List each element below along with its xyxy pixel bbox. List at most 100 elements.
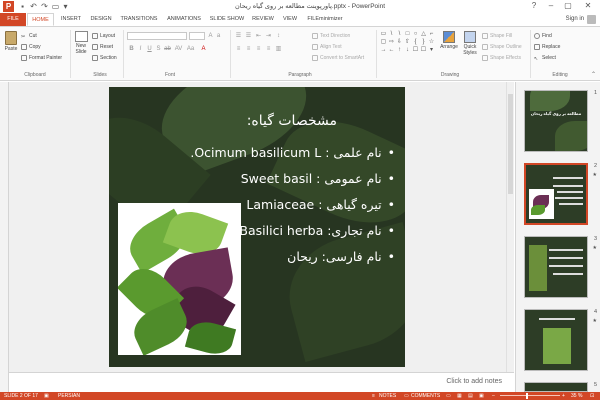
bullet-family[interactable]: تیره گیاهی : Lamiaceae: [246, 197, 395, 212]
notes-toggle[interactable]: NOTES: [379, 392, 396, 400]
line-shape-icon[interactable]: \: [388, 31, 395, 38]
align-left-icon[interactable]: ≡: [234, 45, 243, 53]
increase-indent-icon[interactable]: ⇥: [264, 32, 273, 40]
arrow-shape-icon[interactable]: ↓: [404, 47, 411, 54]
avatar[interactable]: [587, 15, 596, 24]
callout-shape-icon[interactable]: ☐: [420, 47, 427, 54]
shape-fill-button[interactable]: Shape Fill: [482, 32, 512, 40]
align-text-button[interactable]: Align Text: [312, 43, 342, 51]
notes-icon[interactable]: ≡: [372, 392, 375, 400]
select-button[interactable]: ↖ Select: [534, 54, 556, 62]
slide-sorter-icon[interactable]: ▦: [457, 392, 462, 400]
comments-icon[interactable]: ▭: [404, 392, 409, 400]
line-spacing-icon[interactable]: ↕: [274, 32, 283, 40]
normal-view-icon[interactable]: ▭: [446, 392, 451, 400]
bold-icon[interactable]: B: [127, 45, 136, 53]
italic-icon[interactable]: I: [136, 45, 145, 53]
triangle-shape-icon[interactable]: △: [420, 31, 427, 38]
shadow-icon[interactable]: S: [154, 45, 163, 53]
notes-placeholder[interactable]: Click to add notes: [446, 378, 502, 385]
editor-scrollbar[interactable]: [506, 82, 514, 372]
arrow-shape-icon[interactable]: →: [380, 47, 387, 54]
align-right-icon[interactable]: ≡: [254, 45, 263, 53]
thumbnail-slide-4[interactable]: [524, 309, 588, 371]
more-shapes-icon[interactable]: ▾: [428, 47, 435, 54]
callout-shape-icon[interactable]: ☐: [412, 47, 419, 54]
comments-toggle[interactable]: COMMENTS: [411, 392, 440, 400]
arrow-shape-icon[interactable]: ⇧: [404, 39, 411, 46]
zoom-in-icon[interactable]: +: [562, 392, 565, 400]
zoom-slider[interactable]: [500, 395, 560, 396]
tab-animations[interactable]: ANIMATIONS: [163, 13, 205, 26]
sign-in-link[interactable]: Sign in: [566, 16, 584, 22]
arrow-shape-icon[interactable]: ←: [388, 47, 395, 54]
textbox-shape-icon[interactable]: ▭: [380, 31, 387, 38]
thumbnail-slide-5[interactable]: [524, 382, 588, 392]
tab-file[interactable]: FILE: [0, 13, 26, 26]
scrollbar-thumb[interactable]: [508, 94, 513, 194]
zoom-out-icon[interactable]: –: [492, 392, 495, 400]
numbering-icon[interactable]: ☰: [244, 32, 253, 40]
slide-title[interactable]: مشخصات گیاه:: [247, 113, 337, 129]
collapse-ribbon-icon[interactable]: ⌃: [591, 71, 596, 78]
cut-button[interactable]: ✂ Cut: [21, 32, 37, 40]
arrow-shape-icon[interactable]: ⇨: [388, 39, 395, 46]
strikethrough-icon[interactable]: ab: [163, 45, 172, 53]
undo-icon[interactable]: ↶: [29, 2, 38, 11]
convert-smartart-button[interactable]: Convert to SmartArt: [312, 54, 364, 62]
bullet-persian-name[interactable]: نام فارسی: ریحان: [287, 249, 395, 264]
redo-icon[interactable]: ↷: [40, 2, 49, 11]
underline-icon[interactable]: U: [145, 45, 154, 53]
quick-styles-button[interactable]: Quick Styles: [461, 31, 479, 56]
font-name-combo[interactable]: [127, 32, 187, 40]
arrange-button[interactable]: Arrange: [440, 31, 458, 50]
format-painter-button[interactable]: Format Painter: [21, 54, 62, 62]
justify-icon[interactable]: ≡: [264, 45, 273, 53]
tab-transitions[interactable]: TRANSITIONS: [117, 13, 161, 26]
thumbnail-slide-2[interactable]: [524, 163, 588, 225]
bullet-trade-name[interactable]: نام تجاری: Basilici herba: [239, 223, 395, 238]
star-shape-icon[interactable]: ☆: [428, 39, 435, 46]
char-spacing-icon[interactable]: AV: [174, 45, 183, 53]
zoom-level[interactable]: 35 %: [571, 392, 582, 400]
line-shape-icon[interactable]: ⌐: [428, 31, 435, 38]
line-shape-icon[interactable]: \: [396, 31, 403, 38]
align-center-icon[interactable]: ≡: [244, 45, 253, 53]
save-icon[interactable]: ▪: [18, 2, 27, 11]
section-button[interactable]: Section: [92, 54, 117, 62]
customize-qat-icon[interactable]: ▾: [61, 2, 70, 11]
bullet-scientific-name[interactable]: نام علمی : Ocimum basilicum L.: [190, 145, 395, 160]
change-case-icon[interactable]: Aa: [186, 45, 195, 53]
font-size-combo[interactable]: [189, 32, 205, 40]
spellcheck-icon[interactable]: ▣: [44, 392, 49, 400]
find-button[interactable]: Find: [534, 32, 552, 40]
notes-pane[interactable]: Click to add notes: [9, 372, 514, 392]
thumbnail-slide-1[interactable]: مطالعه بر روی گیاه ریحان: [524, 90, 588, 152]
basil-photo[interactable]: [118, 203, 241, 355]
close-button[interactable]: ✕: [582, 1, 594, 11]
rounded-rect-shape-icon[interactable]: ▢: [380, 39, 387, 46]
slide-canvas[interactable]: مشخصات گیاه: نام علمی : Ocimum basilicum…: [109, 87, 405, 367]
shape-outline-button[interactable]: Shape Outline: [482, 43, 522, 51]
minimize-button[interactable]: –: [545, 1, 557, 11]
replace-button[interactable]: Replace: [534, 43, 560, 51]
shrink-font-icon[interactable]: a: [214, 32, 223, 40]
zoom-slider-thumb[interactable]: [526, 393, 528, 399]
tab-fileminimizer[interactable]: FILEminimizer: [303, 13, 347, 26]
brace-shape-icon[interactable]: }: [420, 39, 427, 46]
start-slideshow-icon[interactable]: ▭: [51, 2, 60, 11]
slide-counter[interactable]: SLIDE 2 OF 17: [4, 392, 38, 400]
arrow-shape-icon[interactable]: ↑: [396, 47, 403, 54]
slideshow-view-icon[interactable]: ▣: [479, 392, 484, 400]
bullet-common-name[interactable]: نام عمومی : Sweet basil: [241, 171, 395, 186]
decrease-indent-icon[interactable]: ⇤: [254, 32, 263, 40]
font-color-icon[interactable]: A: [199, 45, 208, 53]
shape-effects-button[interactable]: Shape Effects: [482, 54, 521, 62]
brace-shape-icon[interactable]: {: [412, 39, 419, 46]
oval-shape-icon[interactable]: ○: [412, 31, 419, 38]
maximize-button[interactable]: ▢: [562, 1, 574, 11]
layout-button[interactable]: Layout: [92, 32, 115, 40]
rectangle-shape-icon[interactable]: □: [404, 31, 411, 38]
tab-insert[interactable]: INSERT: [57, 13, 85, 26]
thumbnail-slide-3[interactable]: [524, 236, 588, 298]
